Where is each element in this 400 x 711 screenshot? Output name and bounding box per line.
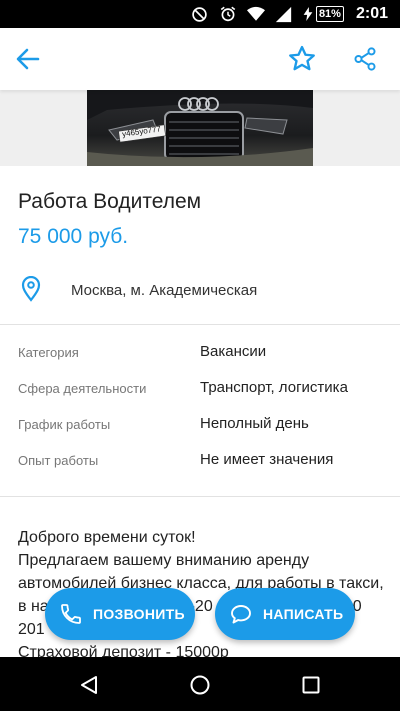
call-button-label: ПОЗВОНИТЬ [93,606,185,622]
param-value: Транспорт, логистика [200,379,348,396]
nav-recents-button[interactable] [300,674,322,696]
description-line: Доброго времени суток! [18,529,196,546]
nav-home-button[interactable] [189,674,211,696]
write-button-label: НАПИСАТЬ [263,606,344,622]
nav-back-button[interactable] [78,674,100,696]
param-label: Сфера деятельности [18,381,147,396]
call-button[interactable]: ПОЗВОНИТЬ [45,588,195,640]
clock: 2:01 [355,5,388,22]
share-icon [354,47,376,71]
write-button[interactable]: НАПИСАТЬ [215,588,355,640]
screen: 81% 2:01 у465уо777 Работа Водителем 75 0… [0,0,400,711]
star-outline-icon [289,45,315,71]
nav-back-triangle-icon [81,676,97,694]
description-line: Страховой депозит - 15000р [18,644,229,657]
phone-icon [59,602,83,626]
share-button[interactable] [352,46,378,72]
map-pin-icon [20,275,42,302]
param-row-category: Категория Вакансии [0,335,400,371]
param-value: Неполный день [200,415,309,432]
favorite-button[interactable] [287,44,317,74]
car-photo[interactable]: у465уо777 [87,90,313,166]
param-label: Категория [18,345,79,360]
arrow-left-icon [16,48,40,70]
status-bar: 81% 2:01 [0,0,400,28]
battery-level: 81% [315,6,344,22]
nav-recents-square-icon [302,676,320,694]
battery-indicator: 81% [303,6,344,22]
description-line: Предлагаем вашему вниманию аренду [18,552,310,569]
location-text: Москва, м. Академическая [71,282,258,299]
param-row-schedule: График работы Неполный день [0,407,400,443]
param-row-experience: Опыт работы Не имеет значения [0,443,400,479]
ad-price: 75 000 руб. [18,225,129,248]
signal-icon [275,5,293,23]
nav-home-circle-icon [190,675,210,695]
charging-bolt-icon [303,7,313,21]
param-label: График работы [18,417,111,432]
chat-bubble-icon [229,602,253,626]
wifi-icon [246,5,265,23]
photo-gallery[interactable]: у465уо777 [0,90,400,166]
divider [0,496,400,497]
param-label: Опыт работы [18,453,99,468]
system-nav-bar [0,657,400,711]
divider [0,324,400,325]
do-not-disturb-icon [191,5,209,23]
location-row[interactable]: Москва, м. Академическая [0,268,400,312]
param-row-field: Сфера деятельности Транспорт, логистика [0,371,400,407]
back-button[interactable] [14,45,42,73]
alarm-icon [219,5,237,23]
ad-title: Работа Водителем [18,190,202,213]
param-value: Не имеет значения [200,451,334,468]
param-value: Вакансии [200,343,267,360]
app-toolbar [0,28,400,90]
